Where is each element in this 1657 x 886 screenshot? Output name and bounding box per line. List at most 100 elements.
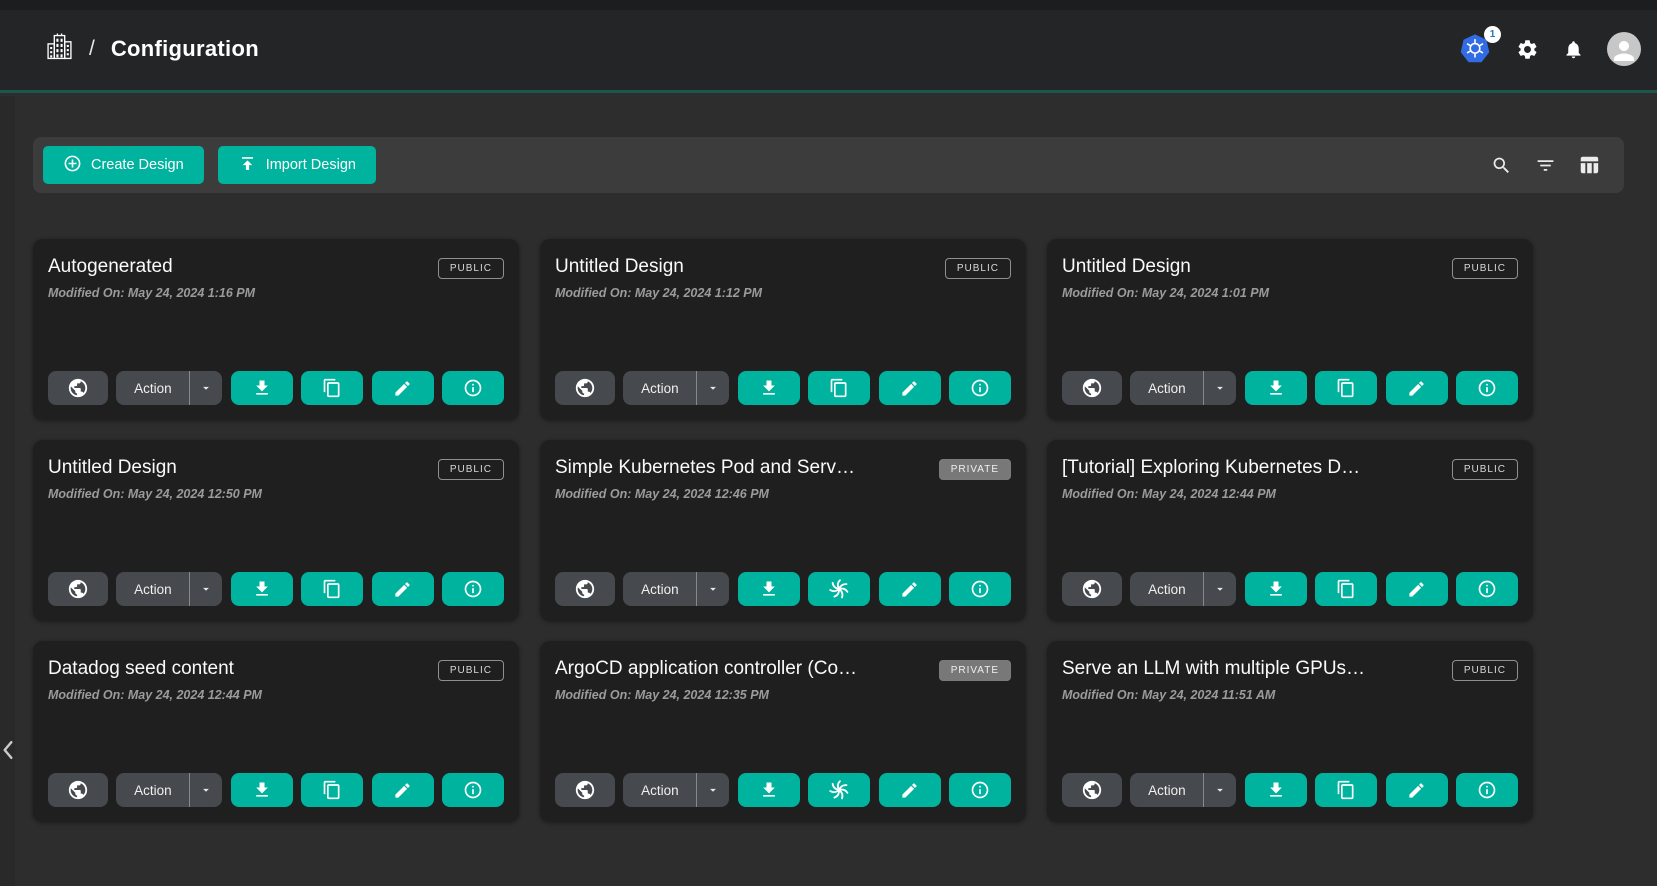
visibility-badge: PUBLIC xyxy=(1452,660,1518,681)
clone-icon xyxy=(1336,780,1356,800)
publish-globe-button[interactable] xyxy=(48,572,108,606)
info-button[interactable] xyxy=(442,773,504,807)
download-button[interactable] xyxy=(738,572,800,606)
action-menu-button[interactable]: Action xyxy=(116,572,222,606)
clone-button[interactable] xyxy=(1315,572,1377,606)
action-menu-button[interactable]: Action xyxy=(116,371,222,405)
visibility-badge: PUBLIC xyxy=(438,660,504,681)
modified-date: Modified On: May 24, 2024 12:44 PM xyxy=(48,688,504,702)
table-view-icon[interactable] xyxy=(1578,154,1600,176)
publish-globe-button[interactable] xyxy=(1062,773,1122,807)
publish-globe-button[interactable] xyxy=(555,773,615,807)
deploy-pinwheel-button[interactable] xyxy=(808,572,870,606)
edit-button[interactable] xyxy=(1386,371,1448,405)
action-button-label[interactable]: Action xyxy=(623,371,696,405)
action-menu-button[interactable]: Action xyxy=(116,773,222,807)
download-button[interactable] xyxy=(1245,773,1307,807)
chevron-down-icon[interactable] xyxy=(1203,773,1236,807)
edit-button[interactable] xyxy=(372,572,434,606)
publish-globe-button[interactable] xyxy=(555,572,615,606)
action-menu-button[interactable]: Action xyxy=(623,572,729,606)
bell-icon[interactable] xyxy=(1561,37,1585,61)
modified-date: Modified On: May 24, 2024 11:51 AM xyxy=(1062,688,1518,702)
download-button[interactable] xyxy=(1245,572,1307,606)
deploy-pinwheel-button[interactable] xyxy=(808,773,870,807)
action-button-label[interactable]: Action xyxy=(116,371,189,405)
publish-globe-button[interactable] xyxy=(555,371,615,405)
globe-icon xyxy=(1081,779,1103,801)
modified-date: Modified On: May 24, 2024 1:12 PM xyxy=(555,286,1011,300)
publish-globe-button[interactable] xyxy=(48,371,108,405)
edit-button[interactable] xyxy=(372,371,434,405)
clone-icon xyxy=(829,378,849,398)
clone-button[interactable] xyxy=(301,773,363,807)
create-design-button[interactable]: Create Design xyxy=(43,146,204,184)
design-card: Simple Kubernetes Pod and Serv… PRIVATE … xyxy=(540,440,1026,621)
gear-icon[interactable] xyxy=(1515,37,1539,61)
clone-button[interactable] xyxy=(808,371,870,405)
publish-globe-button[interactable] xyxy=(48,773,108,807)
import-design-button[interactable]: Import Design xyxy=(218,146,376,184)
info-button[interactable] xyxy=(442,371,504,405)
chevron-down-icon[interactable] xyxy=(1203,572,1236,606)
chevron-down-icon[interactable] xyxy=(1203,371,1236,405)
chevron-down-icon[interactable] xyxy=(696,773,729,807)
action-button-label[interactable]: Action xyxy=(623,572,696,606)
edit-button[interactable] xyxy=(879,371,941,405)
action-menu-button[interactable]: Action xyxy=(1130,773,1236,807)
action-button-label[interactable]: Action xyxy=(116,773,189,807)
action-button-label[interactable]: Action xyxy=(116,572,189,606)
info-button[interactable] xyxy=(949,371,1011,405)
kubernetes-context-button[interactable]: 1 xyxy=(1459,33,1493,65)
clone-button[interactable] xyxy=(301,572,363,606)
import-design-label: Import Design xyxy=(266,157,356,173)
edit-button[interactable] xyxy=(879,773,941,807)
sidebar-collapse-toggle[interactable] xyxy=(1,737,19,763)
user-avatar[interactable] xyxy=(1607,32,1641,66)
clone-button[interactable] xyxy=(1315,371,1377,405)
filter-icon[interactable] xyxy=(1534,154,1556,176)
action-button-label[interactable]: Action xyxy=(1130,371,1203,405)
edit-button[interactable] xyxy=(1386,773,1448,807)
download-button[interactable] xyxy=(231,572,293,606)
action-menu-button[interactable]: Action xyxy=(623,371,729,405)
pencil-icon xyxy=(900,580,919,599)
clone-button[interactable] xyxy=(301,371,363,405)
action-button-label[interactable]: Action xyxy=(1130,773,1203,807)
info-button[interactable] xyxy=(442,572,504,606)
action-menu-button[interactable]: Action xyxy=(1130,572,1236,606)
edit-button[interactable] xyxy=(1386,572,1448,606)
info-button[interactable] xyxy=(949,572,1011,606)
publish-globe-button[interactable] xyxy=(1062,371,1122,405)
info-button[interactable] xyxy=(1456,773,1518,807)
info-button[interactable] xyxy=(949,773,1011,807)
download-button[interactable] xyxy=(231,773,293,807)
action-button-label[interactable]: Action xyxy=(1130,572,1203,606)
create-design-label: Create Design xyxy=(91,157,184,173)
action-menu-button[interactable]: Action xyxy=(623,773,729,807)
modified-date: Modified On: May 24, 2024 12:35 PM xyxy=(555,688,1011,702)
info-button[interactable] xyxy=(1456,371,1518,405)
edit-button[interactable] xyxy=(879,572,941,606)
download-button[interactable] xyxy=(231,371,293,405)
download-button[interactable] xyxy=(738,773,800,807)
chevron-down-icon[interactable] xyxy=(189,371,222,405)
edit-button[interactable] xyxy=(372,773,434,807)
search-icon[interactable] xyxy=(1490,154,1512,176)
download-button[interactable] xyxy=(738,371,800,405)
info-button[interactable] xyxy=(1456,572,1518,606)
action-button-label[interactable]: Action xyxy=(623,773,696,807)
chevron-down-icon[interactable] xyxy=(696,572,729,606)
publish-globe-button[interactable] xyxy=(1062,572,1122,606)
chevron-down-icon[interactable] xyxy=(696,371,729,405)
visibility-badge: PUBLIC xyxy=(945,258,1011,279)
action-menu-button[interactable]: Action xyxy=(1130,371,1236,405)
chevron-down-icon[interactable] xyxy=(189,773,222,807)
clone-button[interactable] xyxy=(1315,773,1377,807)
card-action-row: Action xyxy=(1062,371,1518,405)
chevron-down-icon[interactable] xyxy=(189,572,222,606)
collapsed-sidebar-rail xyxy=(0,96,15,886)
modified-date: Modified On: May 24, 2024 1:16 PM xyxy=(48,286,504,300)
building-icon[interactable] xyxy=(46,32,73,67)
download-button[interactable] xyxy=(1245,371,1307,405)
